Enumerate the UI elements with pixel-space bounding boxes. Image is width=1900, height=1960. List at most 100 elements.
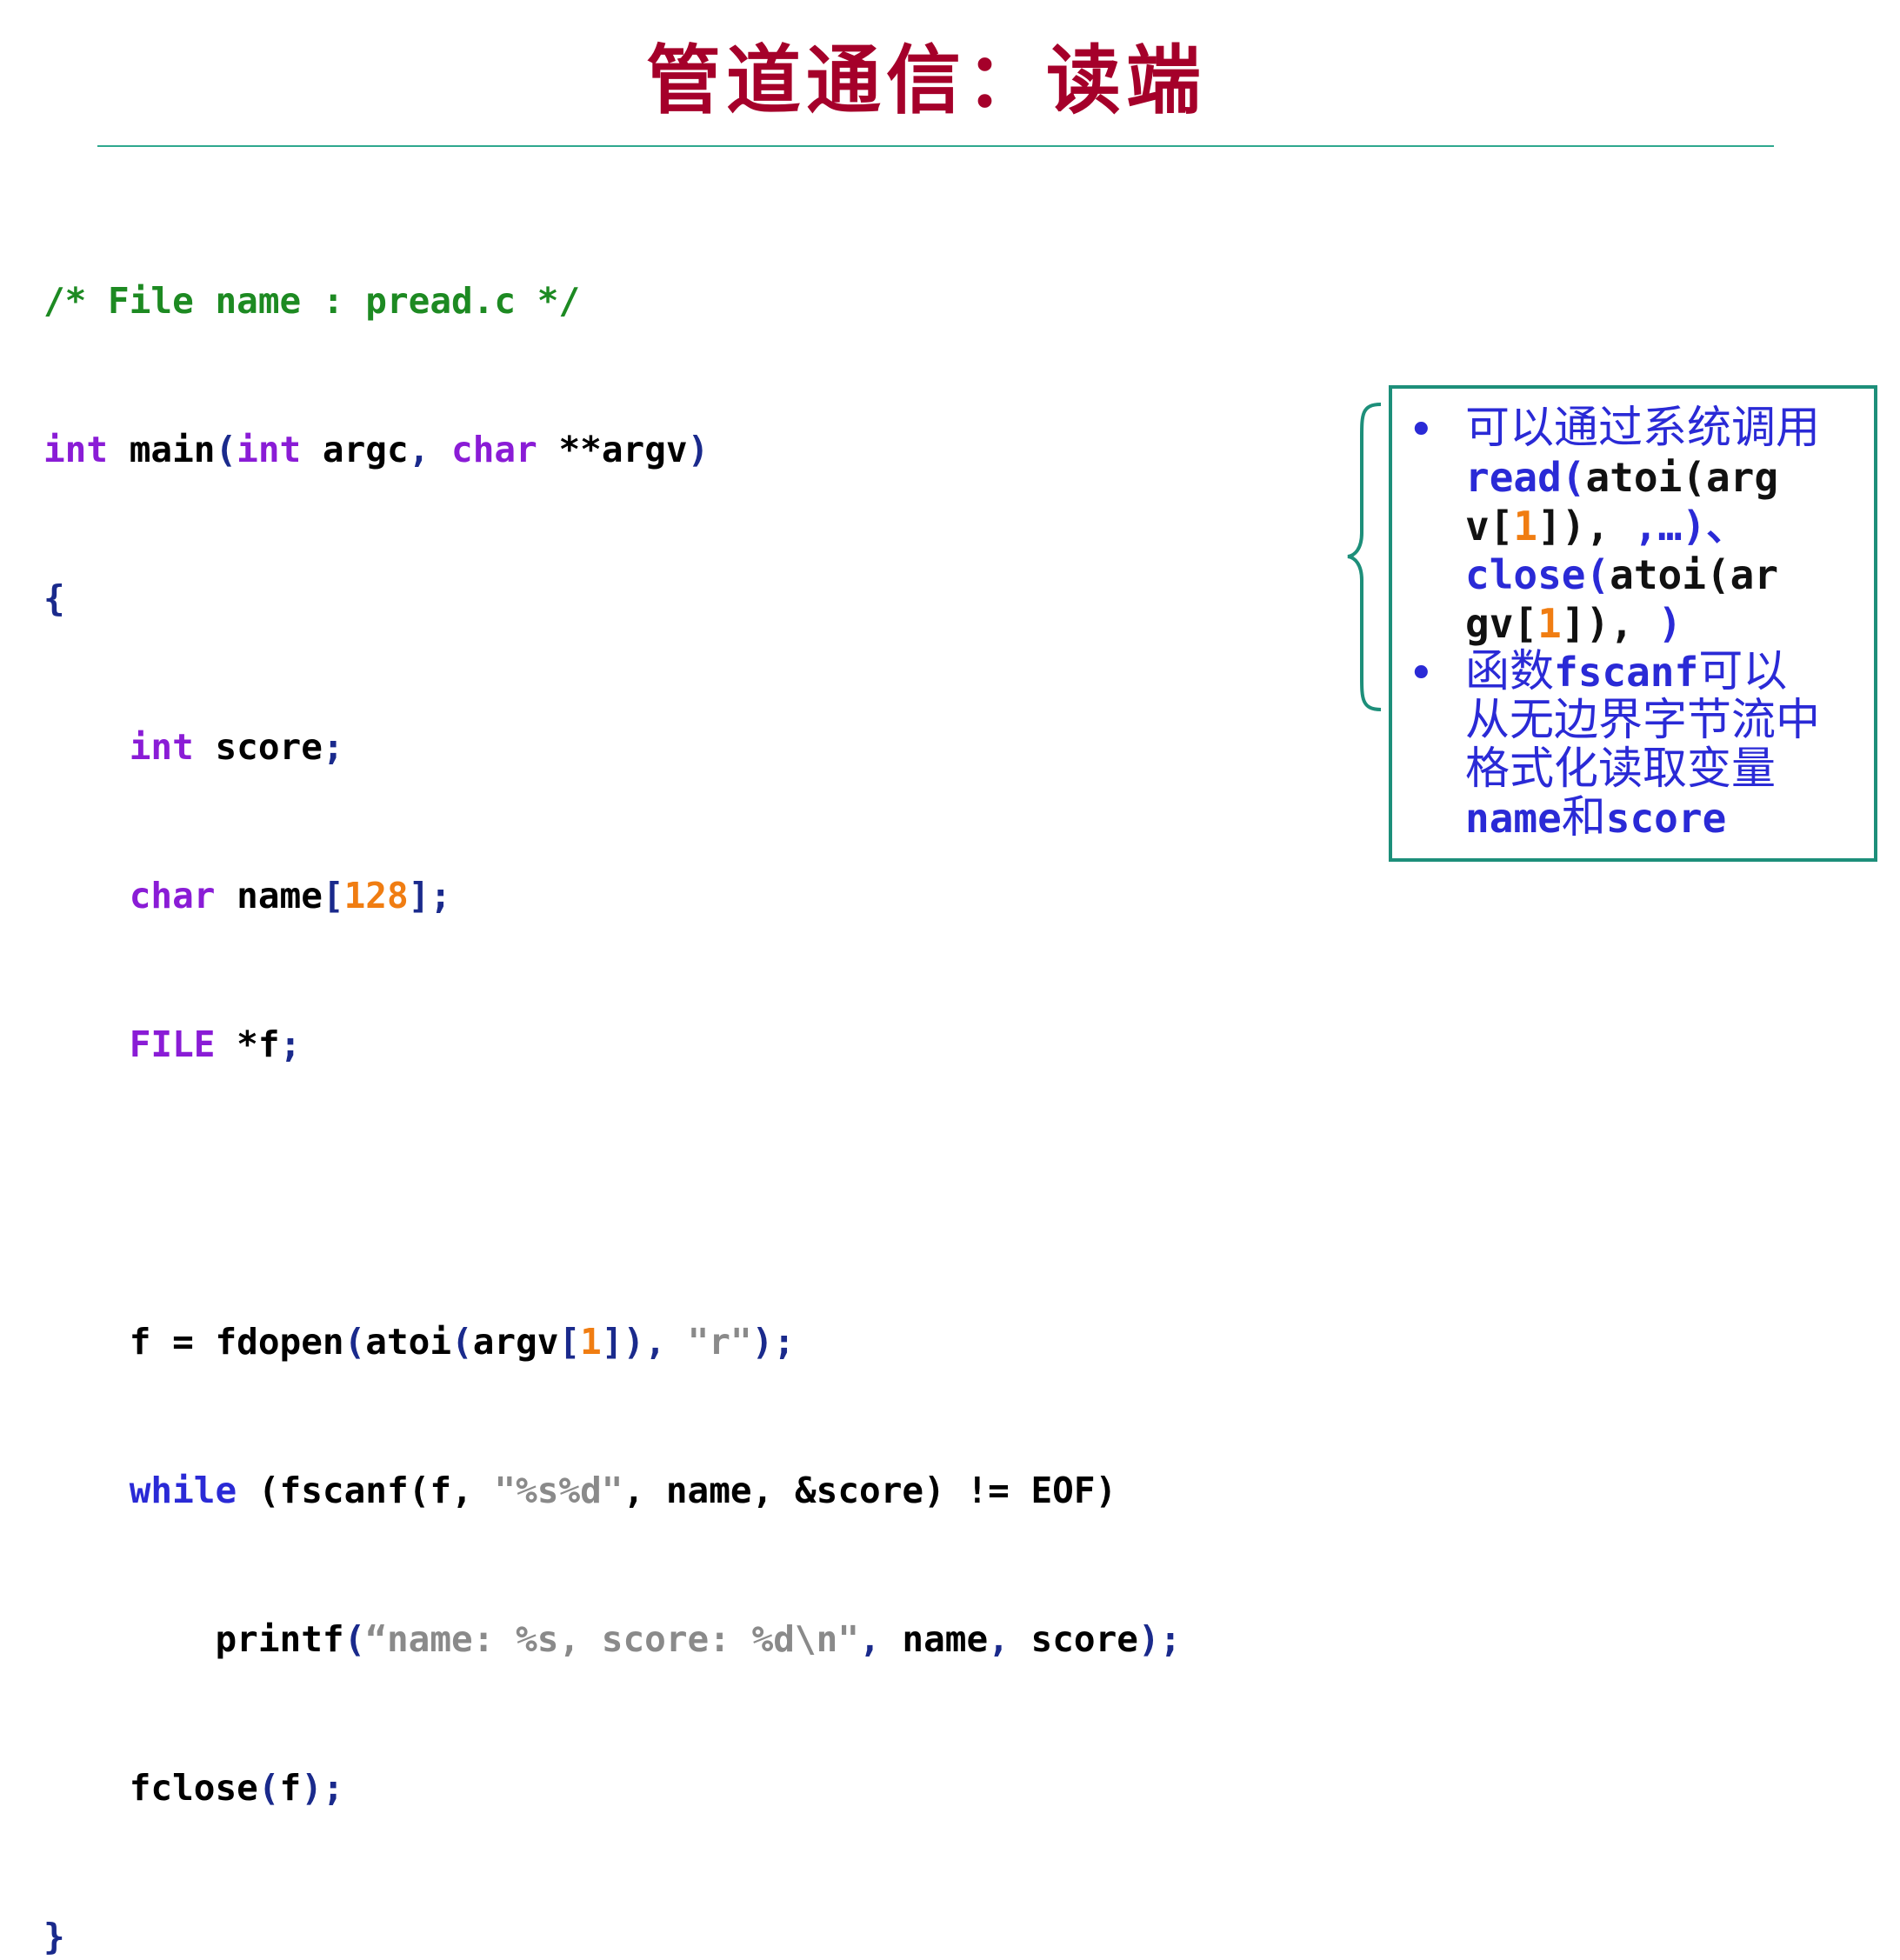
code-punct: ]; (408, 875, 452, 917)
code-number: 128 (343, 875, 409, 917)
code-text: **argv (537, 429, 688, 470)
code-keyword: int (43, 429, 109, 470)
note-text: 函数 (1465, 646, 1555, 697)
code-text: name (215, 875, 323, 917)
code-punct: ( (343, 1618, 366, 1660)
code-text: gv[ (1465, 600, 1538, 647)
code-text: ) (1657, 600, 1683, 647)
code-line-1: /* File name : pread.c */ (43, 277, 1181, 326)
code-punct: , (988, 1618, 1031, 1660)
code-punct: , (408, 429, 452, 470)
code-text: fclose (129, 1767, 258, 1809)
code-text: ]), (1561, 600, 1658, 647)
code-punct: ( (257, 1767, 280, 1809)
code-keyword: read( (1465, 454, 1586, 501)
code-line-5: char name[128]; (43, 871, 1181, 921)
code-punct: ); (1137, 1618, 1182, 1660)
bullet-icon: • (1408, 404, 1435, 457)
code-text: f (279, 1767, 302, 1809)
code-text: printf (215, 1618, 344, 1660)
code-line-10: printf(“name: %s, score: %d\n", name, sc… (43, 1615, 1181, 1664)
code-line-3: { (43, 574, 1181, 623)
note-text: 可以 (1698, 646, 1788, 697)
code-punct: ); (301, 1767, 344, 1809)
code-text: v[ (1465, 503, 1514, 550)
code-keyword: FILE (129, 1023, 216, 1065)
note-line: gv[1]), ) (1465, 599, 1874, 648)
code-text: score (193, 726, 323, 768)
code-string: "%s%d" (494, 1470, 623, 1511)
code-keyword: int (129, 726, 194, 768)
code-text: name (902, 1618, 989, 1660)
annotation-box: • 可以通过系统调用 read(atoi(arg v[1]), ,…)、 clo… (1389, 385, 1877, 862)
code-punct: ( (451, 1321, 473, 1363)
code-text: score (1030, 1618, 1138, 1660)
code-text: f = fdopen (129, 1321, 344, 1363)
code-brace: } (43, 1916, 65, 1957)
note-line: read(atoi(arg (1465, 453, 1874, 502)
note-item-1: 可以通过系统调用 read(atoi(arg v[1]), ,…)、 close… (1465, 404, 1874, 648)
code-text: ]), (1537, 503, 1634, 550)
note-line: 从无边界字节流中 (1465, 695, 1821, 746)
code-number: 1 (1513, 503, 1538, 550)
code-text: atoi(arg (1585, 454, 1779, 501)
code-punct: ]), (601, 1321, 688, 1363)
code-string: “name: %s, score: %d\n" (365, 1618, 860, 1660)
code-punct: ( (215, 429, 237, 470)
code-line-4: int score; (43, 723, 1181, 772)
code-keyword: score (1605, 795, 1727, 842)
code-punct: ); (751, 1321, 796, 1363)
note-line: close(atoi(ar (1465, 550, 1874, 599)
note-line: v[1]), ,…)、 (1465, 502, 1874, 550)
code-string: "r" (687, 1321, 752, 1363)
code-text: ,…)、 (1633, 503, 1746, 550)
code-keyword: char (451, 429, 537, 470)
note-line: name和score (1465, 794, 1874, 843)
code-number: 1 (580, 1321, 602, 1363)
code-line-12: } (43, 1912, 1181, 1960)
code-punct: [ (558, 1321, 581, 1363)
note-line: 可以通过系统调用 (1465, 403, 1821, 454)
code-keyword: close( (1465, 551, 1610, 598)
code-line-11: fclose(f); (43, 1763, 1181, 1813)
code-keyword: int (237, 429, 302, 470)
title-divider (97, 145, 1774, 147)
code-text: main (108, 429, 216, 470)
code-keyword: char (129, 875, 216, 917)
code-punct: ; (279, 1023, 302, 1065)
bullet-icon: • (1408, 648, 1435, 700)
code-text: (fscanf(f, (237, 1470, 495, 1511)
note-line: 函数fscanf可以 (1465, 648, 1874, 697)
code-line-9: while (fscanf(f, "%s%d", name, &score) !… (43, 1466, 1181, 1516)
slide-title: 管道通信：读端 (646, 37, 1206, 124)
curly-brace-icon (1347, 403, 1382, 711)
code-keyword: while (129, 1470, 237, 1511)
code-line-2: int main(int argc, char **argv) (43, 425, 1181, 475)
note-line: 格式化读取变量 (1465, 743, 1777, 795)
code-punct: [ (322, 875, 344, 917)
code-punct: ) (687, 429, 710, 470)
code-punct: ( (343, 1321, 366, 1363)
code-punct: , (859, 1618, 903, 1660)
code-text: atoi (365, 1321, 452, 1363)
note-item-2: 函数fscanf可以 从无边界字节流中 格式化读取变量 name和score (1465, 648, 1874, 843)
code-number: 1 (1537, 600, 1562, 647)
code-keyword: name (1465, 795, 1562, 842)
code-block: /* File name : pread.c */ int main(int a… (43, 177, 1181, 1960)
code-punct: ; (322, 726, 344, 768)
note-text: 和 (1561, 792, 1606, 843)
code-text: , name, &score) != EOF) (623, 1470, 1117, 1511)
code-text: *f (215, 1023, 280, 1065)
code-brace: { (43, 577, 65, 619)
code-text: argv (472, 1321, 559, 1363)
code-keyword: fscanf (1554, 649, 1699, 696)
code-text: atoi(ar (1610, 551, 1779, 598)
